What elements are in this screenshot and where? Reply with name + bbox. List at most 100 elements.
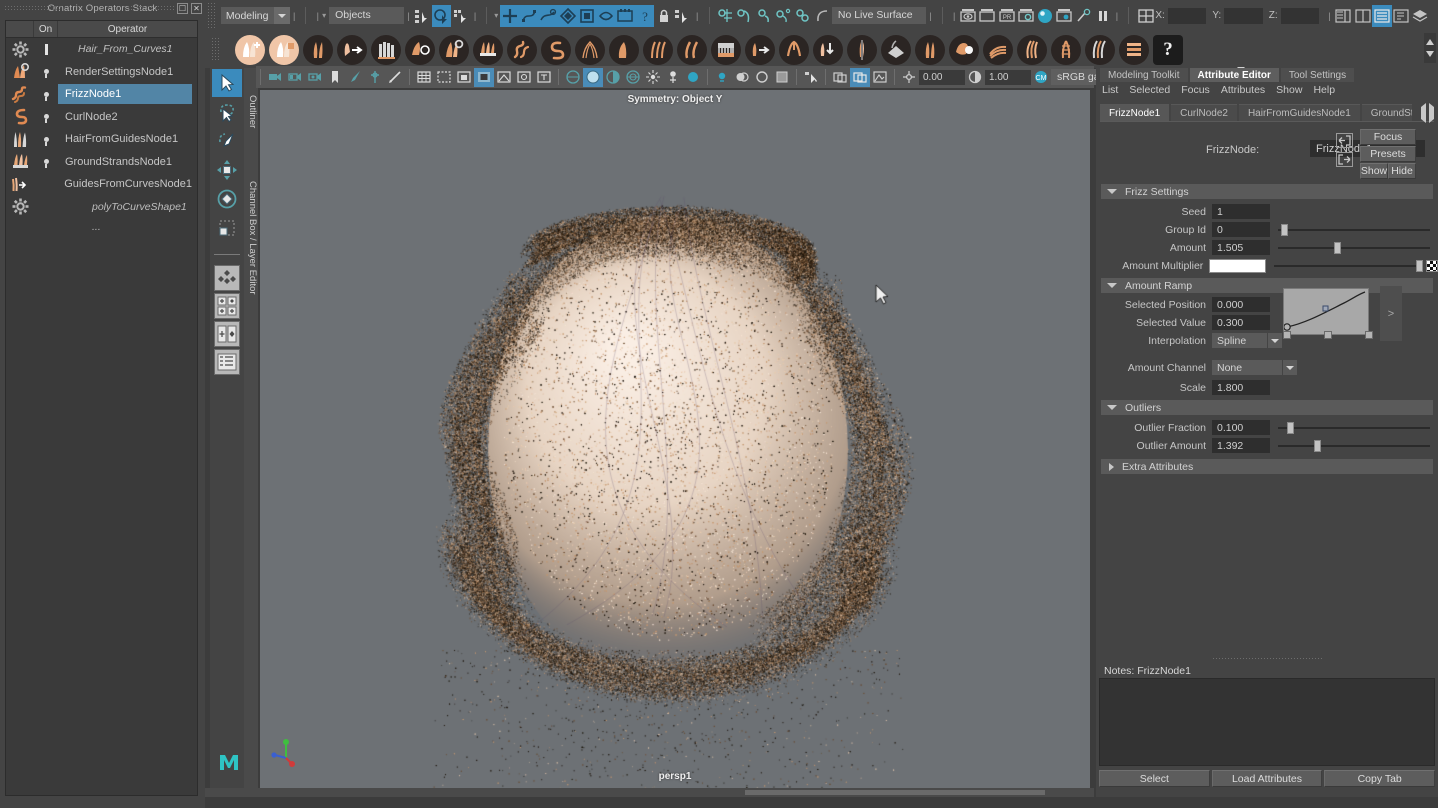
menu-help[interactable]: Help	[1313, 84, 1335, 96]
amount-slider[interactable]	[1278, 240, 1430, 255]
pause-icon[interactable]	[1093, 5, 1112, 27]
motion-blur-icon[interactable]	[712, 68, 732, 87]
select-button[interactable]: Select	[1099, 770, 1210, 787]
quick-layout-single-icon[interactable]	[214, 265, 240, 291]
show-button[interactable]: Show	[1360, 163, 1388, 179]
exposure-value[interactable]: 0.00	[919, 69, 965, 85]
panel-tab-modeling-toolkit[interactable]: Modeling Toolkit	[1100, 68, 1188, 82]
menuset-selector[interactable]: Modeling	[220, 7, 290, 24]
xray-joints-icon[interactable]	[514, 68, 534, 87]
exposure-icon[interactable]	[870, 68, 890, 87]
ramp-key-2[interactable]	[1365, 331, 1373, 339]
operator-enable-toggle[interactable]	[34, 69, 58, 79]
operator-enable-toggle[interactable]	[34, 136, 58, 146]
wireframe-shading-icon[interactable]	[563, 68, 583, 87]
symmetry-icon[interactable]	[847, 34, 877, 65]
amount-channel-select[interactable]: None	[1212, 360, 1297, 375]
gear-icon[interactable]	[6, 196, 34, 218]
operator-row[interactable]: CurlNode2	[6, 106, 197, 129]
lock-icon[interactable]	[654, 5, 673, 27]
hair-from-mesh-icon[interactable]	[371, 34, 401, 65]
hand-move-icon[interactable]	[337, 34, 367, 65]
use-all-lights-icon[interactable]	[643, 68, 663, 87]
make-live-icon[interactable]	[813, 5, 832, 27]
camera-select-icon[interactable]	[265, 68, 285, 87]
grid-display-icon[interactable]	[414, 68, 434, 87]
scroll-right-icon[interactable]	[1429, 102, 1434, 123]
isolate-select-icon[interactable]	[801, 68, 821, 87]
panel-grip-right[interactable]	[124, 5, 176, 12]
subdiv-mask-icon[interactable]	[577, 4, 597, 27]
curl-shelf-icon[interactable]	[541, 34, 571, 65]
rotate-tool-icon[interactable]	[212, 185, 242, 213]
smooth-shade-all-icon[interactable]	[583, 67, 603, 87]
select-by-object-type-icon[interactable]	[432, 4, 452, 27]
hair-settings-icon[interactable]	[439, 34, 469, 65]
display-textures-icon[interactable]	[830, 68, 850, 87]
deformer-mask-icon[interactable]	[596, 4, 616, 27]
snap-to-projected-center-icon[interactable]	[774, 5, 793, 27]
scale-tool-icon[interactable]	[212, 214, 242, 242]
film-gate-icon[interactable]	[434, 68, 454, 87]
gear-icon[interactable]	[6, 38, 34, 60]
ramp-key-1[interactable]	[1324, 331, 1332, 339]
ground-strands-icon[interactable]	[6, 151, 34, 173]
nurbs-surface-mask-icon[interactable]	[538, 4, 558, 27]
hair-strands-icon[interactable]	[303, 34, 333, 65]
hair-from-guides-icon[interactable]	[6, 128, 34, 150]
gamma-value[interactable]: 1.00	[985, 69, 1031, 85]
close-icon[interactable]: ✕	[191, 3, 202, 14]
splitter-grip[interactable]	[1212, 657, 1322, 661]
show-hide-channel-box-icon[interactable]	[1372, 4, 1392, 27]
operator-row[interactable]: RenderSettingsNode1	[6, 61, 197, 84]
help-mask-icon[interactable]: ?	[635, 4, 655, 27]
x-coord-input[interactable]	[1167, 7, 1207, 24]
image-plane-icon[interactable]	[365, 68, 385, 87]
interpolation-select[interactable]: Spline	[1212, 333, 1282, 348]
xray-active-components-icon[interactable]	[534, 68, 554, 87]
depth-of-field-icon[interactable]	[752, 68, 772, 87]
texture-filtering-icon[interactable]	[850, 67, 870, 87]
live-surface-field[interactable]: No Live Surface	[831, 7, 927, 24]
curl-icon[interactable]	[6, 106, 34, 128]
ramp-expand-button[interactable]: >	[1380, 286, 1402, 341]
maximize-icon[interactable]: ☐	[177, 3, 188, 14]
guides-from-surface-icon[interactable]	[405, 34, 435, 65]
snap-to-point-icon[interactable]	[755, 5, 774, 27]
show-hide-tool-settings-icon[interactable]	[1353, 5, 1372, 27]
shelf-scroll-up[interactable]	[1424, 33, 1436, 63]
multisample-aa-icon[interactable]	[732, 68, 752, 87]
scale-input[interactable]: 1.800	[1212, 380, 1270, 395]
strands-pair-icon[interactable]	[915, 34, 945, 65]
y-coord-input[interactable]	[1224, 7, 1263, 24]
operator-row[interactable]: GroundStrandsNode1	[6, 151, 197, 174]
nurbs-curve-mask-icon[interactable]	[519, 4, 539, 27]
operator-row[interactable]: Hair_From_Curves1	[6, 38, 197, 61]
hair-mask-icon[interactable]	[949, 34, 979, 65]
amount-multiplier-swatch[interactable]	[1209, 258, 1266, 273]
viewport-canvas[interactable]	[260, 90, 1090, 788]
outlier-fraction-slider[interactable]	[1278, 420, 1430, 435]
operator-row[interactable]: HairFromGuidesNode1	[6, 128, 197, 151]
select-tool-icon[interactable]	[674, 5, 693, 27]
screen-space-ao-icon[interactable]	[683, 68, 703, 87]
move-tool-icon[interactable]	[212, 156, 242, 184]
hypershade-icon[interactable]	[1035, 5, 1054, 27]
gamma-icon[interactable]	[965, 68, 985, 87]
section-outliers[interactable]: Outliers	[1101, 400, 1433, 415]
help-shelf-icon[interactable]: ?	[1153, 34, 1183, 65]
viewport-3d[interactable]: Symmetry: Object Y persp1	[260, 90, 1090, 788]
hair-layers-icon[interactable]	[1085, 34, 1115, 65]
presets-button[interactable]: Presets	[1360, 146, 1416, 162]
shade-with-wireframe-icon[interactable]	[603, 68, 623, 87]
grease-pencil-icon[interactable]	[385, 68, 405, 87]
selected-position-input[interactable]: 0.000	[1212, 297, 1270, 312]
comb-icon[interactable]	[711, 34, 741, 65]
show-hide-attribute-editor-icon[interactable]	[1334, 5, 1353, 27]
sidetab-channel-box[interactable]: Channel Box / Layer Editor	[244, 158, 258, 318]
xray-icon[interactable]	[494, 68, 514, 87]
chevron-down-icon[interactable]	[1283, 360, 1297, 375]
node-tab-hairfromguidesnode1[interactable]: HairFromGuidesNode1	[1238, 104, 1360, 121]
bookmark-icon[interactable]	[325, 68, 345, 87]
camera-attributes-icon[interactable]	[305, 68, 325, 87]
